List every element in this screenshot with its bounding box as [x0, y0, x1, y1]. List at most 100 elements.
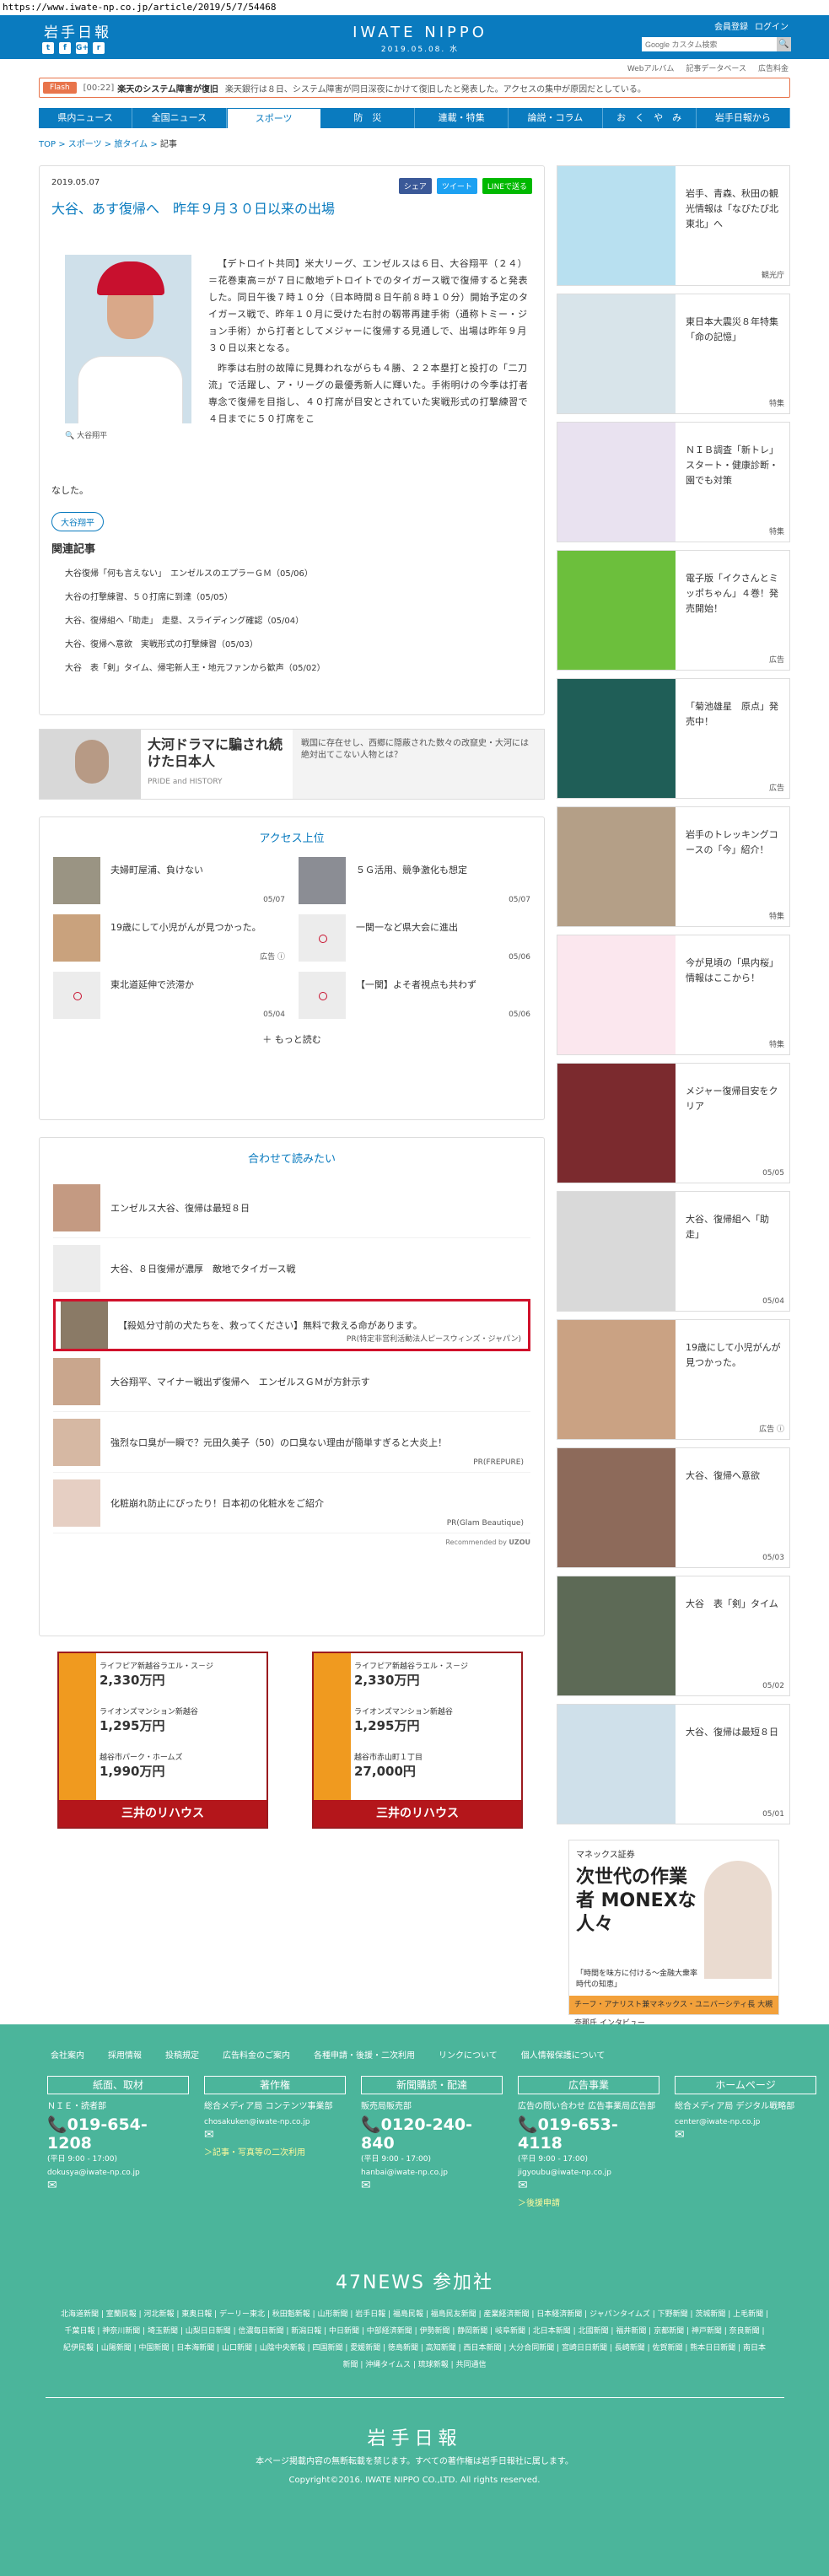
address-bar[interactable]: https://www.iwate-np.co.jp/article/2019/… [0, 0, 829, 15]
subnav-adrates[interactable]: 広告料金 [758, 62, 789, 76]
more-button[interactable]: ＋ もっと読む [53, 1032, 530, 1046]
breadcrumb-category[interactable]: 旅タイム [114, 140, 148, 149]
breadcrumb-top[interactable]: TOP [39, 140, 56, 149]
ranking-item[interactable]: 【一関】よそ者視点も共わず 05/06 [299, 972, 530, 1019]
site-logo[interactable]: 岩手日報 [44, 20, 111, 41]
ranking-item[interactable]: ５Ｇ活用、競争激化も想定 05/07 [299, 857, 530, 904]
facebook-icon[interactable]: f [59, 42, 71, 54]
recommend-item[interactable]: 強烈な口臭が一瞬で？元田久美子（50）の口臭ない理由が簡単すぎると大炎上！ PR(… [53, 1412, 530, 1473]
sidebar-item[interactable]: 「菊池雄星 原点」発売中！ 広告 [557, 678, 790, 799]
mail-icon[interactable]: ✉ [204, 2128, 346, 2142]
ad-banner-history[interactable]: 大河ドラマに騙され続けた日本人 PRIDE and HISTORY 戦国に存在せ… [39, 729, 545, 800]
footer-link[interactable]: リンクについて [439, 2048, 498, 2061]
contact-label: 総合メディア局 デジタル戦略部 [675, 2102, 795, 2111]
contact-phone[interactable]: 📞019-653-4118 [518, 2115, 659, 2153]
contact-email[interactable]: dokusya@iwate-np.co.jp [47, 2169, 189, 2177]
search-input[interactable] [642, 37, 777, 51]
sidebar-title: 大谷、復帰は最短８日 [686, 1727, 778, 1738]
flash-news[interactable]: Flash [00:22] 楽天のシステム障害が復旧 楽天銀行は８日、システム障… [39, 78, 790, 98]
line-share-button[interactable]: LINEで送る [482, 178, 532, 194]
footer-link[interactable]: 投稿規定 [165, 2048, 199, 2061]
footer-link[interactable]: 広告料金のご案内 [223, 2048, 290, 2061]
mail-icon[interactable]: ✉ [675, 2128, 816, 2142]
subnav-database[interactable]: 記事データベース [686, 62, 746, 76]
flash-title[interactable]: 楽天のシステム障害が復旧 [117, 82, 218, 94]
sidebar-item[interactable]: 大谷、復帰は最短８日 05/01 [557, 1704, 790, 1824]
sidebar-source: 05/03 [762, 1554, 784, 1562]
ranking-date: 05/07 [509, 896, 530, 904]
twitter-icon[interactable]: t [42, 42, 54, 54]
sidebar-source: 広告 ⓘ [759, 1425, 784, 1434]
nav-tab-disaster[interactable]: 防 災 [321, 108, 415, 128]
realestate-banner[interactable]: ライフピア新越谷ラエル・ス－ジ 2,330万円 ライオンズマンション新越谷 1,29… [312, 1652, 523, 1829]
footer-link[interactable]: 採用情報 [108, 2048, 142, 2061]
center-logo[interactable]: IWATE NIPPO 2019.05.08. 水 [331, 24, 509, 54]
sidebar-ad-monex[interactable]: マネックス証券 次世代の作業者 MONEXな人々 「時間を味方に付ける〜金融大衆… [568, 1840, 779, 2028]
related-link[interactable]: 大谷、復帰組へ「助走」 走塁、スライディング確認（05/04） [51, 610, 524, 633]
ranking-item[interactable]: 一関一など県大会に進出 05/06 [299, 914, 530, 962]
related-link[interactable]: 大谷復帰「何も言えない」 エンゼルスのエプラーＧＭ（05/06） [51, 563, 524, 586]
related-link[interactable]: 大谷 表「剣」タイム、帰宅新人王・地元ファンから歓声（05/02） [51, 657, 524, 681]
recommend-item[interactable]: 化粧崩れ防止にぴったり！日本初の化粧水をご紹介 PR(Glam Beautique… [53, 1473, 530, 1533]
contact-email[interactable]: chosakuken@iwate-np.co.jp [204, 2118, 346, 2126]
register-link[interactable]: 会員登録 [714, 19, 748, 32]
recommend-item[interactable]: 大谷、８日復帰が濃厚 敵地でタイガース戦 [53, 1238, 530, 1299]
ranking-item[interactable]: 東北道延伸で渋滞か 05/04 [53, 972, 285, 1019]
footer-link[interactable]: 各種申請・後援・二次利用 [314, 2048, 415, 2061]
footer-link[interactable]: 個人情報保護について [521, 2048, 606, 2061]
ad-photo-head [75, 740, 109, 784]
related-link[interactable]: 大谷の打撃練習、５０打席に到達（05/05） [51, 586, 524, 610]
contact-email[interactable]: hanbai@iwate-np.co.jp [361, 2169, 503, 2177]
rss-icon[interactable]: r [93, 42, 105, 54]
nav-tab-local[interactable]: 県内ニュース [39, 108, 133, 128]
mail-icon[interactable]: ✉ [361, 2179, 503, 2192]
ranking-item[interactable]: 19歳にして小児がんが見つかった。 広告 ⓘ [53, 914, 285, 962]
recommend-item-highlighted[interactable]: 【殺処分寸前の犬たちを、救ってください】無料で救える命があります。 PR(特定非営… [53, 1299, 530, 1351]
ranking-item[interactable]: 夫婦町屋浦、負けない 05/07 [53, 857, 285, 904]
sidebar-item[interactable]: 大谷 表「剣」タイム 05/02 [557, 1576, 790, 1696]
news47-papers[interactable]: 北海道新聞 | 室蘭民報 | 河北新報 | 東奥日報 | デーリー東北 | 秋田… [61, 2306, 769, 2374]
sidebar-item[interactable]: ＮＩＢ調査「新トレ」スタート・健康診断・園でも対策 特集 [557, 422, 790, 542]
contact-phone[interactable]: 📞0120-240-840 [361, 2115, 503, 2153]
sidebar-item[interactable]: 東日本大震災８年特集「命の記憶」 特集 [557, 294, 790, 414]
nav-tab-sports[interactable]: スポーツ [226, 108, 321, 128]
tag-button[interactable]: 大谷翔平 [51, 512, 104, 531]
recommend-thumb [53, 1357, 100, 1405]
recommend-item[interactable]: エンゼルス大谷、復帰は最短８日 [53, 1178, 530, 1238]
nav-tab-from-nippo[interactable]: 岩手日報から [697, 108, 790, 128]
nav-tab-series[interactable]: 連載・特集 [415, 108, 509, 128]
secondary-use-link[interactable]: ＞記事・写真等の二次利用 [204, 2145, 346, 2158]
sponsor-link[interactable]: ＞後援申請 [518, 2196, 659, 2208]
contact-email[interactable]: center@iwate-np.co.jp [675, 2118, 816, 2126]
nav-tab-editorial[interactable]: 論説・コラム [509, 108, 603, 128]
sidebar-item[interactable]: 19歳にして小児がんが見つかった。 広告 ⓘ [557, 1319, 790, 1440]
nav-tab-obituary[interactable]: お く や み [603, 108, 697, 128]
related-link[interactable]: 大谷、復帰へ意欲 実戦形式の打撃練習（05/03） [51, 633, 524, 657]
sidebar-item[interactable]: メジャー復帰目安をクリア 05/05 [557, 1063, 790, 1183]
contact-email[interactable]: jigyoubu@iwate-np.co.jp [518, 2169, 659, 2177]
sidebar-item[interactable]: 電子版「イクさんとミッポちゃん」４巻！発売開始！ 広告 [557, 550, 790, 671]
footer-link[interactable]: 会社案内 [51, 2048, 84, 2061]
tweet-button[interactable]: ツイート [436, 178, 477, 194]
breadcrumb-sports[interactable]: スポーツ [68, 140, 102, 149]
ranking-title: 【一関】よそ者視点も共わず [356, 979, 476, 990]
googleplus-icon[interactable]: G+ [76, 42, 89, 54]
subnav-webalbum[interactable]: Webアルバム [627, 62, 675, 76]
sidebar-item[interactable]: 大谷、復帰組へ「助走」 05/04 [557, 1191, 790, 1312]
mail-icon[interactable]: ✉ [518, 2179, 659, 2192]
footer-logo[interactable]: 岩手日報 [0, 2423, 829, 2450]
nav-tab-national[interactable]: 全国ニュース [132, 108, 227, 128]
sidebar-item[interactable]: 大谷、復帰へ意欲 05/03 [557, 1447, 790, 1568]
recommend-item[interactable]: 大谷翔平、マイナー戦出ず復帰へ エンゼルスＧＭが方針示す [53, 1351, 530, 1412]
sidebar-item[interactable]: 今が見頃の「県内桜」情報はここから！ 特集 [557, 935, 790, 1055]
recommend-title: 強烈な口臭が一瞬で？元田久美子（50）の口臭ない理由が簡単すぎると大炎上！ [110, 1436, 447, 1448]
search-icon[interactable]: 🔍 [777, 37, 791, 51]
sidebar-item[interactable]: 岩手、青森、秋田の観光情報は「なびたび北東北」へ 観光庁 [557, 165, 790, 286]
contact-phone[interactable]: 📞019-654-1208 [47, 2115, 189, 2153]
mail-icon[interactable]: ✉ [47, 2179, 189, 2192]
facebook-share-button[interactable]: シェア [398, 178, 432, 194]
sidebar-item[interactable]: 岩手のトレッキングコースの「今」紹介！ 特集 [557, 806, 790, 927]
article-photo[interactable] [65, 255, 191, 423]
login-link[interactable]: ログイン [755, 19, 789, 32]
realestate-banner[interactable]: ライフピア新越谷ラエル・ス－ジ 2,330万円 ライオンズマンション新越谷 1,29… [57, 1652, 268, 1829]
